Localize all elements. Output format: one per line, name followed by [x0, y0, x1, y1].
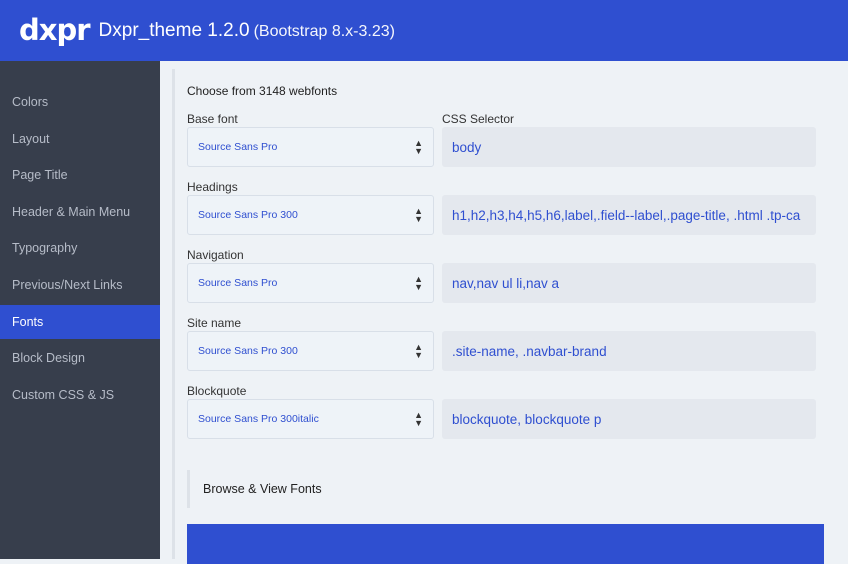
css-selector-input[interactable]: .site-name, .navbar-brand — [442, 331, 816, 371]
theme-version: (Bootstrap 8.x-3.23) — [253, 22, 395, 40]
save-bar — [187, 524, 824, 564]
font-row: Site name Source Sans Pro 300 ▲ ▼ .site-name… — [187, 316, 817, 371]
font-label: Blockquote — [187, 384, 247, 398]
select-arrows-icon: ▲ ▼ — [414, 342, 423, 360]
font-row: Headings Source Sans Pro 300 ▲ ▼ h1,h2,h3,h4… — [187, 180, 817, 235]
sidebar-item-layout[interactable]: Layout — [0, 121, 160, 158]
font-select[interactable]: Source Sans Pro 300 ▲ ▼ — [187, 331, 434, 371]
browse-fonts-link[interactable]: Browse & View Fonts — [187, 470, 824, 508]
theme-name: Dxpr_theme 1.2.0 — [98, 19, 250, 41]
page-title: Dxpr_theme 1.2.0 (Bootstrap 8.x-3.23) — [99, 20, 395, 42]
css-selector-input[interactable]: blockquote, blockquote p — [442, 399, 816, 439]
font-select-value: Source Sans Pro 300 — [198, 209, 298, 221]
font-select[interactable]: Source Sans Pro ▲ ▼ — [187, 127, 434, 167]
font-select-value: Source Sans Pro 300 — [198, 345, 298, 357]
sidebar-item-previous-next-links[interactable]: Previous/Next Links — [0, 267, 160, 304]
font-select[interactable]: Source Sans Pro ▲ ▼ — [187, 263, 434, 303]
select-arrows-icon: ▲ ▼ — [414, 206, 423, 224]
sidebar-item-block-design[interactable]: Block Design — [0, 340, 160, 377]
intro-text: Choose from 3148 webfonts — [187, 84, 338, 98]
sidebar-item-fonts[interactable]: Fonts — [0, 305, 160, 339]
css-selector-input[interactable]: body — [442, 127, 816, 167]
select-arrows-icon: ▲ ▼ — [414, 138, 423, 156]
css-selector-input[interactable]: h1,h2,h3,h4,h5,h6,label,.field--label,.p… — [442, 195, 816, 235]
dxpr-logo: dxpr — [19, 13, 91, 47]
font-select[interactable]: Source Sans Pro 300 ▲ ▼ — [187, 195, 434, 235]
sidebar-item-page-title[interactable]: Page Title — [0, 157, 160, 194]
select-arrows-icon: ▲ ▼ — [414, 274, 423, 292]
font-select-value: Source Sans Pro 300italic — [198, 413, 319, 425]
divider — [172, 69, 175, 559]
css-selector-header: CSS Selector — [442, 112, 515, 126]
sidebar-item-header-main-menu[interactable]: Header & Main Menu — [0, 194, 160, 231]
font-label: Site name — [187, 316, 242, 330]
font-label: Headings — [187, 180, 238, 194]
font-row: Base font CSS Selector Source Sans Pro ▲ ▼ bo… — [187, 112, 817, 167]
select-arrows-icon: ▲ ▼ — [414, 410, 423, 428]
sidebar-item-colors[interactable]: Colors — [0, 84, 160, 121]
sidebar-item-custom-css-js[interactable]: Custom CSS & JS — [0, 377, 160, 414]
font-select[interactable]: Source Sans Pro 300italic ▲ ▼ — [187, 399, 434, 439]
css-selector-input[interactable]: nav,nav ul li,nav a — [442, 263, 816, 303]
browse-label: Browse & View Fonts — [203, 482, 322, 496]
font-row: Navigation Source Sans Pro ▲ ▼ nav,nav ul li… — [187, 248, 817, 303]
font-row: Blockquote Source Sans Pro 300italic ▲ ▼ blo… — [187, 384, 817, 439]
fonts-panel: Choose from 3148 webfonts Base font CSS S… — [160, 61, 848, 564]
font-select-value: Source Sans Pro — [198, 141, 278, 153]
sidebar-item-typography[interactable]: Typography — [0, 230, 160, 267]
app-header: dxpr Dxpr_theme 1.2.0 (Bootstrap 8.x-3.23… — [0, 0, 848, 61]
font-label: Navigation — [187, 248, 244, 262]
sidebar: Colors Layout Page Title Header & Main Menu… — [0, 61, 160, 559]
font-select-value: Source Sans Pro — [198, 277, 278, 289]
